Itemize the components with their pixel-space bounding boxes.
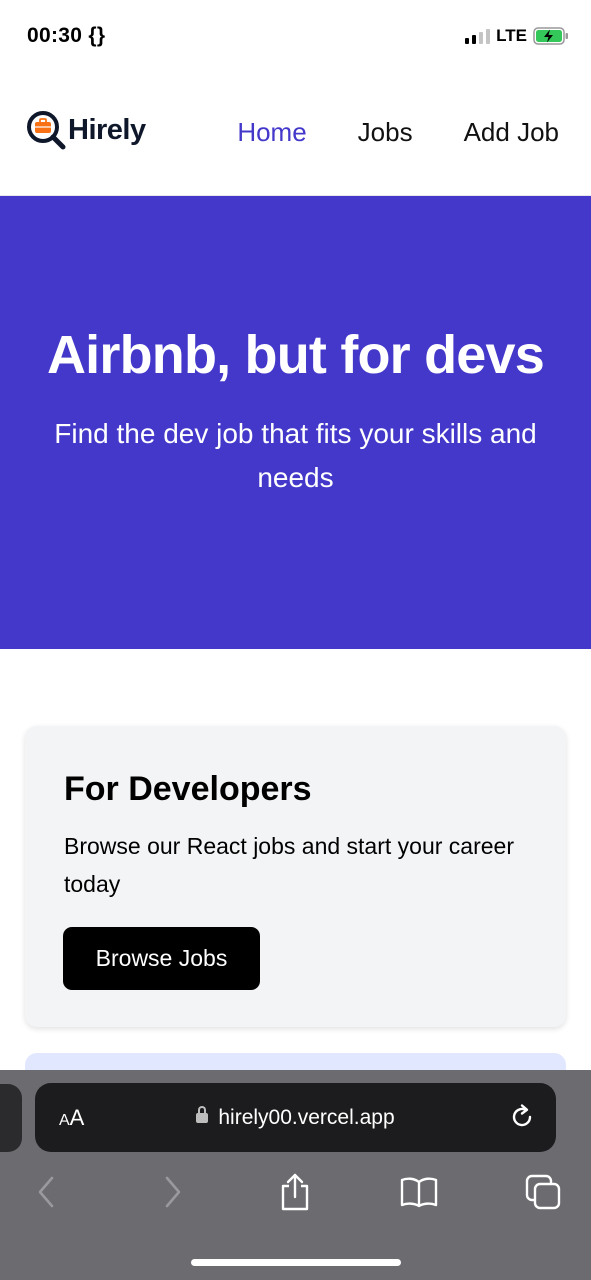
forward-button[interactable] xyxy=(153,1170,193,1214)
status-time: 00:30 {} xyxy=(27,24,106,47)
bookmarks-button[interactable] xyxy=(399,1170,439,1214)
chevron-left-icon xyxy=(38,1176,54,1208)
url-display[interactable]: hirely00.vercel.app xyxy=(35,1106,556,1130)
hero-section: Airbnb, but for devs Find the dev job th… xyxy=(0,196,591,649)
back-button[interactable] xyxy=(26,1170,66,1214)
lock-icon xyxy=(196,1106,209,1123)
browser-toolbar xyxy=(0,1170,591,1230)
share-icon xyxy=(281,1173,309,1211)
signal-icon xyxy=(465,28,491,44)
share-button[interactable] xyxy=(275,1170,315,1214)
status-indicators: LTE xyxy=(465,26,569,46)
nav-links: Home Jobs Add Job xyxy=(237,117,559,148)
home-indicator xyxy=(191,1259,401,1266)
nav-link-add-job[interactable]: Add Job xyxy=(464,117,559,148)
navbar: Hirely Home Jobs Add Job xyxy=(0,74,591,196)
browse-jobs-button[interactable]: Browse Jobs xyxy=(63,927,260,990)
browser-bottom-bar: AA hirely00.vercel.app xyxy=(0,1070,591,1280)
tabs-button[interactable] xyxy=(523,1170,563,1214)
card-text: Browse our React jobs and start your car… xyxy=(64,833,514,897)
magnifier-briefcase-icon xyxy=(27,111,66,150)
network-type: LTE xyxy=(496,26,527,45)
tabs-icon xyxy=(525,1174,561,1210)
developers-card: For Developers Browse our React jobs and… xyxy=(25,726,566,1027)
chevron-right-icon xyxy=(165,1176,181,1208)
card-title: For Developers xyxy=(64,770,312,808)
hero-title: Airbnb, but for devs xyxy=(46,325,545,385)
address-bar[interactable]: AA hirely00.vercel.app xyxy=(35,1083,556,1152)
reload-icon[interactable] xyxy=(508,1103,536,1131)
brand-logo[interactable]: Hirely xyxy=(26,110,146,150)
hero-subtitle: Find the dev job that fits your skills a… xyxy=(54,418,537,493)
battery-charging-icon xyxy=(533,27,568,45)
previous-tab-preview[interactable] xyxy=(0,1084,22,1152)
brand-name: Hirely xyxy=(68,113,146,146)
nav-link-jobs[interactable]: Jobs xyxy=(358,117,413,148)
status-bar: 00:30 {} LTE xyxy=(0,0,591,74)
url-text: hirely00.vercel.app xyxy=(218,1106,395,1129)
nav-link-home[interactable]: Home xyxy=(237,117,306,148)
book-icon xyxy=(400,1177,438,1208)
